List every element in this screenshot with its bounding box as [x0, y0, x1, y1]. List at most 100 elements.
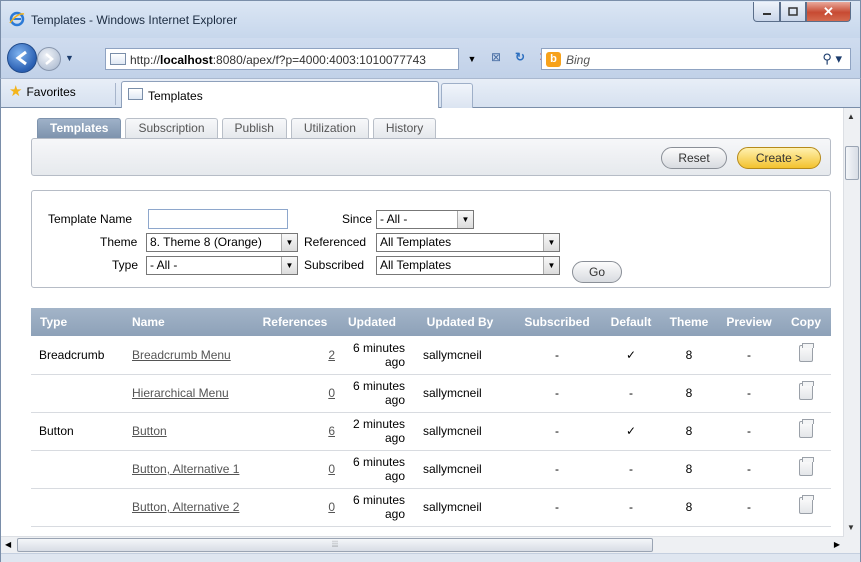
reset-button[interactable]: Reset [661, 147, 727, 169]
type-select[interactable]: - All - ▼ [146, 256, 298, 275]
search-placeholder: Bing [566, 53, 591, 67]
browser-tab-templates[interactable]: Templates [121, 81, 439, 108]
references-link[interactable]: 6 [328, 424, 335, 438]
col-header-subscribed[interactable]: Subscribed [513, 308, 601, 336]
chevron-down-icon: ▼ [543, 234, 559, 251]
page-viewport: Templates Subscription Publish Utilizati… [0, 108, 861, 562]
favorites-button[interactable]: ★ Favorites [9, 83, 76, 100]
references-link[interactable]: 0 [328, 500, 335, 514]
scroll-up-icon[interactable]: ▲ [847, 112, 855, 121]
bing-logo-icon: b [546, 52, 561, 67]
cell-default: - [601, 374, 661, 413]
col-header-references[interactable]: References [253, 308, 337, 336]
template-name-link[interactable]: Button, Alternative 1 [132, 463, 242, 476]
url-host: localhost [160, 53, 213, 67]
copy-icon[interactable] [799, 457, 814, 476]
templates-table: Type Name References Updated Updated By … [31, 308, 831, 527]
references-link[interactable]: 0 [328, 462, 335, 476]
recent-pages-dropdown[interactable]: ▼ [65, 53, 74, 63]
divider [115, 83, 116, 105]
template-name-link[interactable]: Button [132, 425, 167, 438]
cell-updated: 2 minutes ago [337, 412, 407, 451]
cell-type: Breadcrumb [31, 336, 123, 375]
table-header-row: Type Name References Updated Updated By … [31, 308, 831, 336]
refresh-icon[interactable]: ↻ [511, 50, 529, 68]
go-button[interactable]: Go [572, 261, 622, 283]
referenced-select[interactable]: All Templates ▼ [376, 233, 560, 252]
template-name-link[interactable]: Breadcrumb Menu [132, 348, 231, 362]
apex-tab-bar: Templates Subscription Publish Utilizati… [37, 118, 437, 138]
cell-subscribed: - [513, 374, 601, 413]
vertical-scrollbar[interactable]: ▲ ▼ [843, 108, 860, 536]
cell-subscribed: - [513, 336, 601, 375]
col-header-default[interactable]: Default [601, 308, 661, 336]
col-header-copy[interactable]: Copy [781, 308, 831, 336]
cell-updated-by: sallymcneil [407, 412, 513, 451]
cell-preview: - [717, 450, 781, 489]
create-button[interactable]: Create > [737, 147, 821, 169]
cell-subscribed: - [513, 412, 601, 451]
col-header-updated-by[interactable]: Updated By [407, 308, 513, 336]
star-icon: ★ [9, 83, 23, 100]
subscribed-select[interactable]: All Templates ▼ [376, 256, 560, 275]
back-button[interactable] [7, 43, 37, 73]
search-field[interactable]: b Bing ⚲ ▾ [541, 48, 851, 70]
references-link[interactable]: 0 [328, 386, 335, 400]
window-titlebar: Templates - Windows Internet Explorer ✕ [0, 0, 861, 38]
scrollbar-corner [844, 536, 860, 553]
table-row: Button Button 6 2 minutes ago sallymcnei… [31, 412, 831, 451]
vertical-scroll-thumb[interactable] [845, 146, 859, 180]
col-header-theme[interactable]: Theme [661, 308, 717, 336]
new-tab-button[interactable] [441, 83, 473, 108]
template-name-link[interactable]: Button, Alternative 2 [132, 501, 242, 514]
maximize-button[interactable] [780, 2, 806, 22]
cell-preview: - [717, 336, 781, 375]
cell-preview: - [717, 488, 781, 527]
col-header-updated[interactable]: Updated [337, 308, 407, 336]
tab-utilization[interactable]: Utilization [290, 118, 369, 138]
cell-type [31, 374, 123, 413]
cell-default: - [601, 450, 661, 489]
tab-publish[interactable]: Publish [221, 118, 287, 138]
scroll-left-icon[interactable]: ◀ [5, 540, 11, 549]
minimize-icon [762, 12, 771, 15]
cell-preview: - [717, 412, 781, 451]
scroll-down-icon[interactable]: ▼ [847, 523, 855, 532]
references-link[interactable]: 2 [328, 348, 335, 362]
copy-icon[interactable] [799, 342, 814, 362]
cell-updated: 6 minutes ago [337, 374, 407, 413]
tab-history[interactable]: History [372, 118, 437, 138]
col-header-type[interactable]: Type [31, 308, 123, 336]
template-name-link[interactable]: Hierarchical Menu [132, 387, 229, 400]
copy-icon[interactable] [799, 495, 814, 514]
cell-theme: 8 [661, 450, 717, 489]
horizontal-scroll-thumb[interactable]: ⦙⦙⦙ [17, 538, 653, 552]
horizontal-scrollbar[interactable]: ◀ ⦙⦙⦙ ▶ [1, 536, 844, 553]
forward-button[interactable] [37, 47, 61, 71]
chevron-down-icon: ▼ [457, 211, 473, 228]
template-name-label: Template Name [48, 212, 133, 226]
subscribed-select-value: All Templates [380, 258, 452, 272]
url-field[interactable]: http://localhost:8080/apex/f?p=4000:4003… [105, 48, 459, 70]
cell-default: ✓ [601, 412, 661, 451]
scroll-right-icon[interactable]: ▶ [834, 540, 840, 549]
search-icon[interactable]: ⚲ ▾ [822, 51, 842, 67]
url-dropdown-icon[interactable]: ▼ [463, 50, 481, 68]
copy-icon[interactable] [799, 419, 814, 438]
close-window-button[interactable]: ✕ [806, 2, 851, 22]
col-header-preview[interactable]: Preview [717, 308, 781, 336]
theme-select[interactable]: 8. Theme 8 (Orange) ▼ [146, 233, 298, 252]
forward-arrow-icon [45, 53, 54, 65]
referenced-select-value: All Templates [380, 235, 452, 249]
tab-templates[interactable]: Templates [37, 118, 122, 138]
maximize-icon [788, 7, 798, 16]
copy-icon[interactable] [799, 381, 814, 400]
ie-logo-icon [9, 11, 25, 27]
col-header-name[interactable]: Name [123, 308, 253, 336]
since-select[interactable]: - All - ▼ [376, 210, 474, 229]
compatibility-view-icon[interactable]: ⊠ [487, 50, 505, 68]
tab-subscription[interactable]: Subscription [125, 118, 218, 138]
cell-updated-by: sallymcneil [407, 450, 513, 489]
template-name-input[interactable] [148, 209, 288, 229]
minimize-button[interactable] [753, 2, 780, 22]
